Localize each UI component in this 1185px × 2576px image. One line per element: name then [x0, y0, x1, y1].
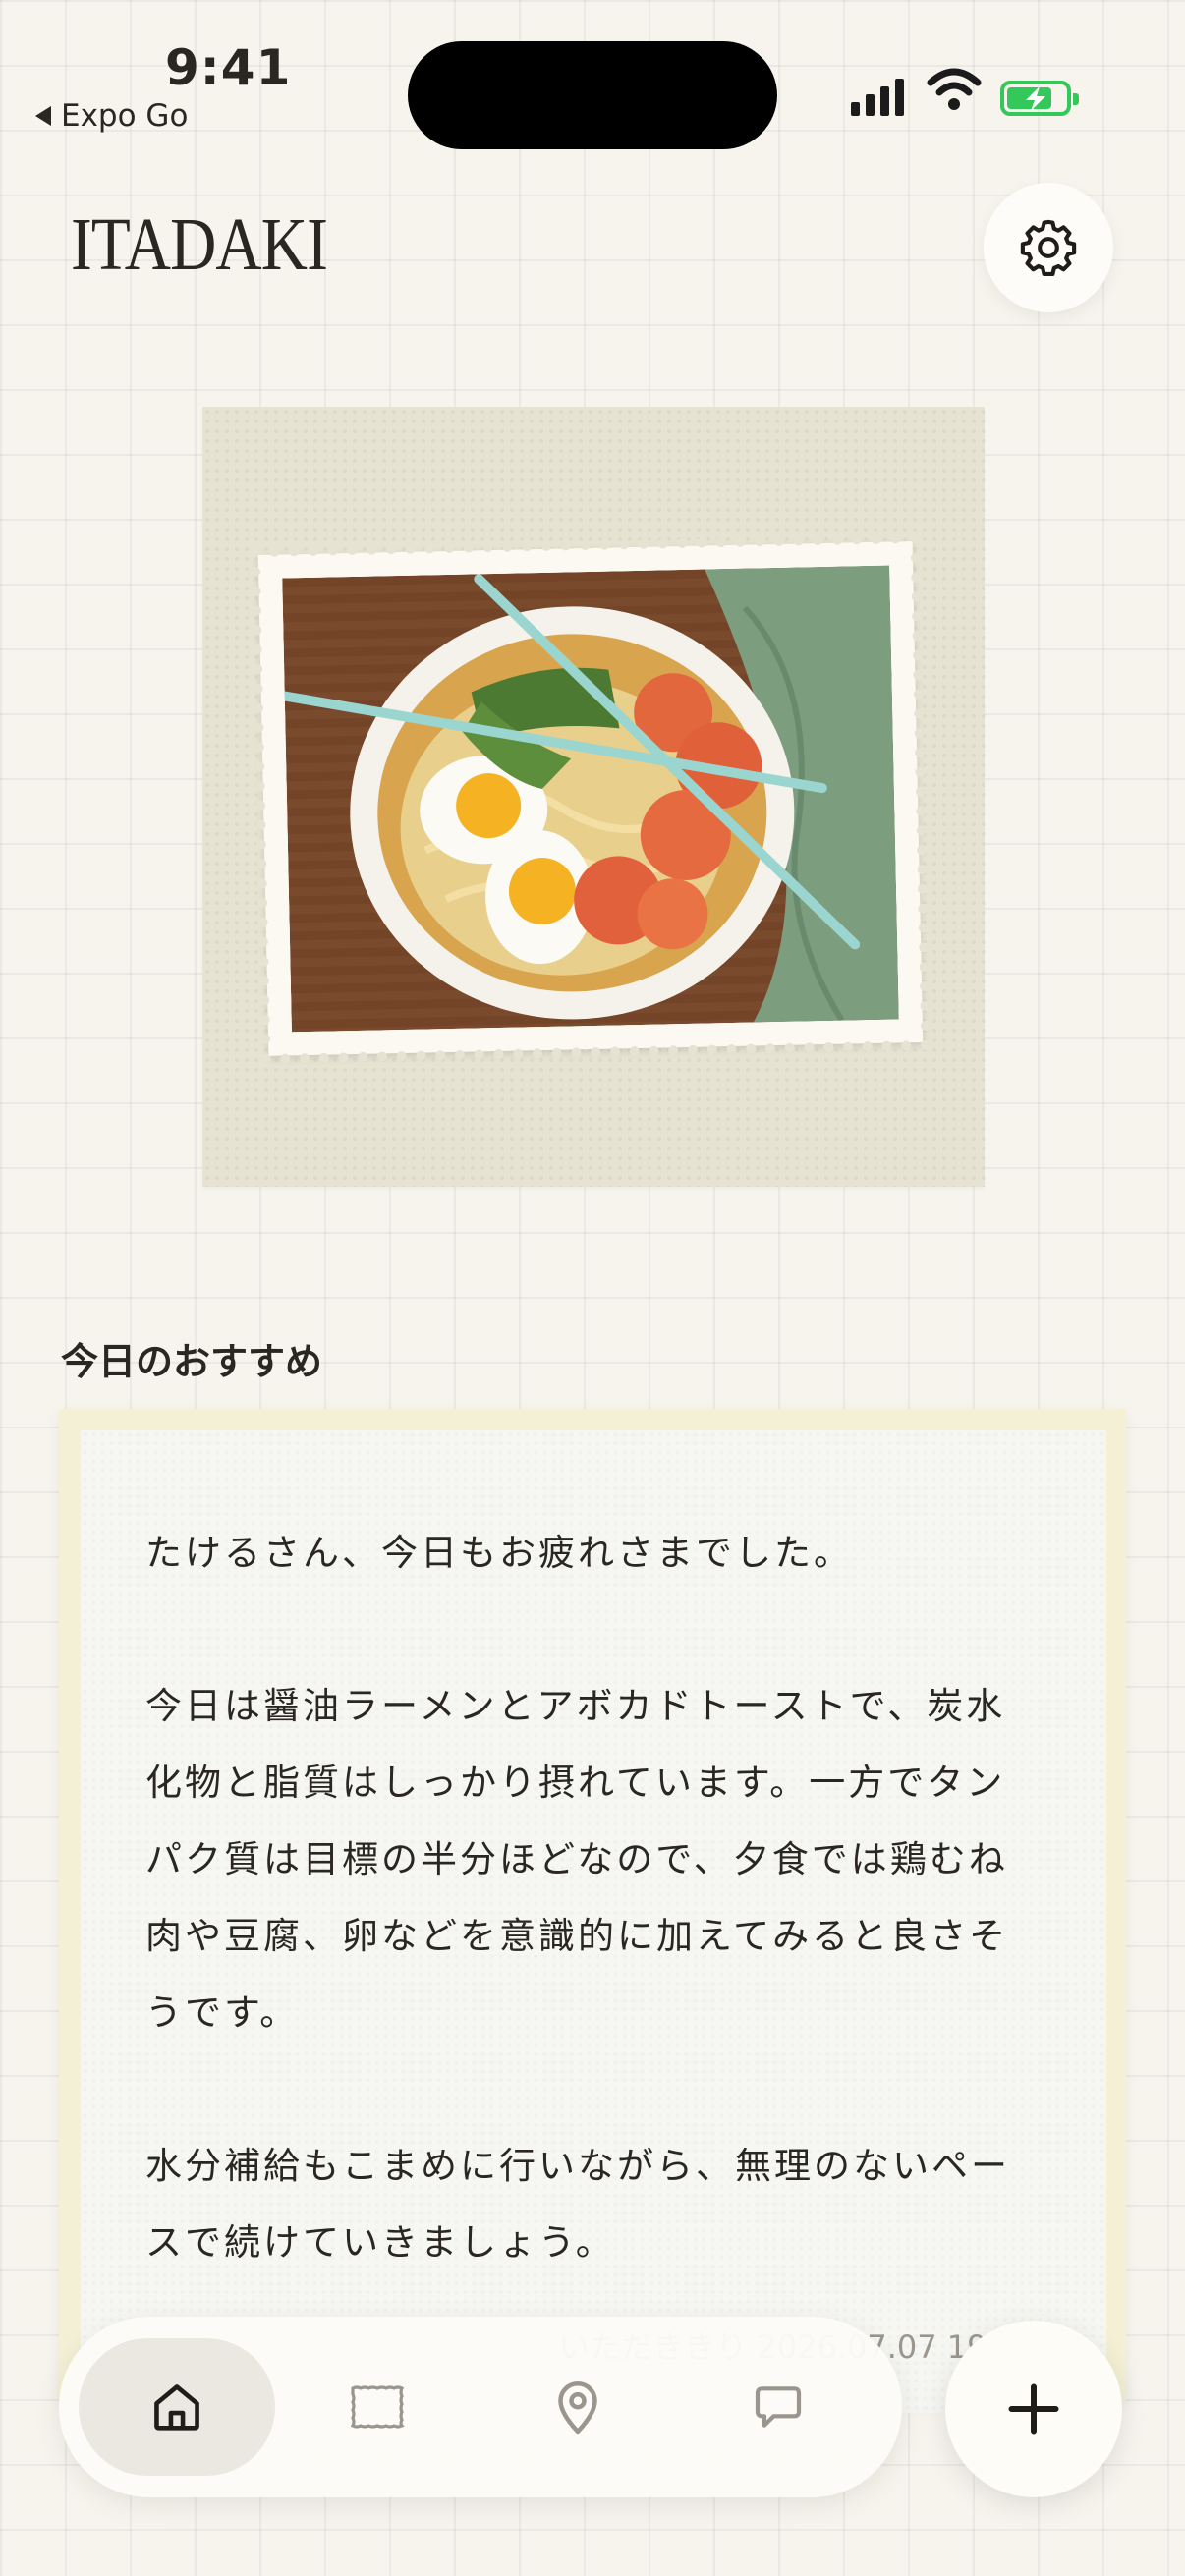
tab-home[interactable] — [79, 2338, 275, 2476]
status-bar: 9:41 Expo Go — [0, 0, 1185, 149]
meal-photo — [282, 565, 899, 1033]
recommendation-body: 今日は醤油ラーメンとアボカドトーストで、炭水化物と脂質はしっかり摂れています。一… — [145, 1685, 1009, 2034]
dynamic-island — [408, 41, 777, 149]
tab-bar — [59, 2317, 902, 2497]
add-meal-button[interactable] — [945, 2321, 1122, 2497]
chat-bubble-icon — [755, 2386, 802, 2428]
settings-button[interactable] — [984, 183, 1113, 312]
recommendation-card: たけるさん、今日もお疲れさまでした。 今日は醤油ラーメンとアボカドトーストで、炭… — [59, 1409, 1126, 2413]
map-pin-icon — [558, 2381, 597, 2435]
home-icon — [154, 2384, 199, 2431]
plus-icon — [1008, 2383, 1059, 2435]
wifi-icon — [927, 68, 982, 110]
app-logo: ITADAKI — [71, 203, 328, 286]
recommendation-closing: 水分補給もこまめに行いながら、無理のないペースで続けていきましょう。 — [145, 2145, 1010, 2264]
cellular-signal-icon — [851, 67, 904, 116]
stamp-icon — [350, 2385, 405, 2429]
tab-map[interactable] — [480, 2338, 676, 2476]
meal-stamp — [257, 541, 924, 1056]
back-arrow-icon — [35, 106, 51, 126]
battery-icon — [1000, 81, 1079, 116]
status-time: 9:41 — [165, 39, 292, 96]
section-title: 今日のおすすめ — [61, 1340, 323, 1383]
tab-chat[interactable] — [680, 2338, 876, 2476]
recommendation-paper: たけるさん、今日もお疲れさまでした。 今日は醤油ラーメンとアボカドトーストで、炭… — [81, 1430, 1106, 2413]
back-app-label: Expo Go — [61, 98, 189, 134]
recommendation-greeting: たけるさん、今日もお疲れさまでした。 — [145, 1532, 853, 1574]
back-to-app-button[interactable]: Expo Go — [35, 98, 188, 134]
tab-stamps[interactable] — [279, 2338, 476, 2476]
meal-photo-card[interactable] — [202, 407, 985, 1187]
recommendation-text: たけるさん、今日もお疲れさまでした。 今日は醤油ラーメンとアボカドトーストで、炭… — [145, 1515, 1030, 2281]
gear-icon — [1020, 219, 1077, 277]
